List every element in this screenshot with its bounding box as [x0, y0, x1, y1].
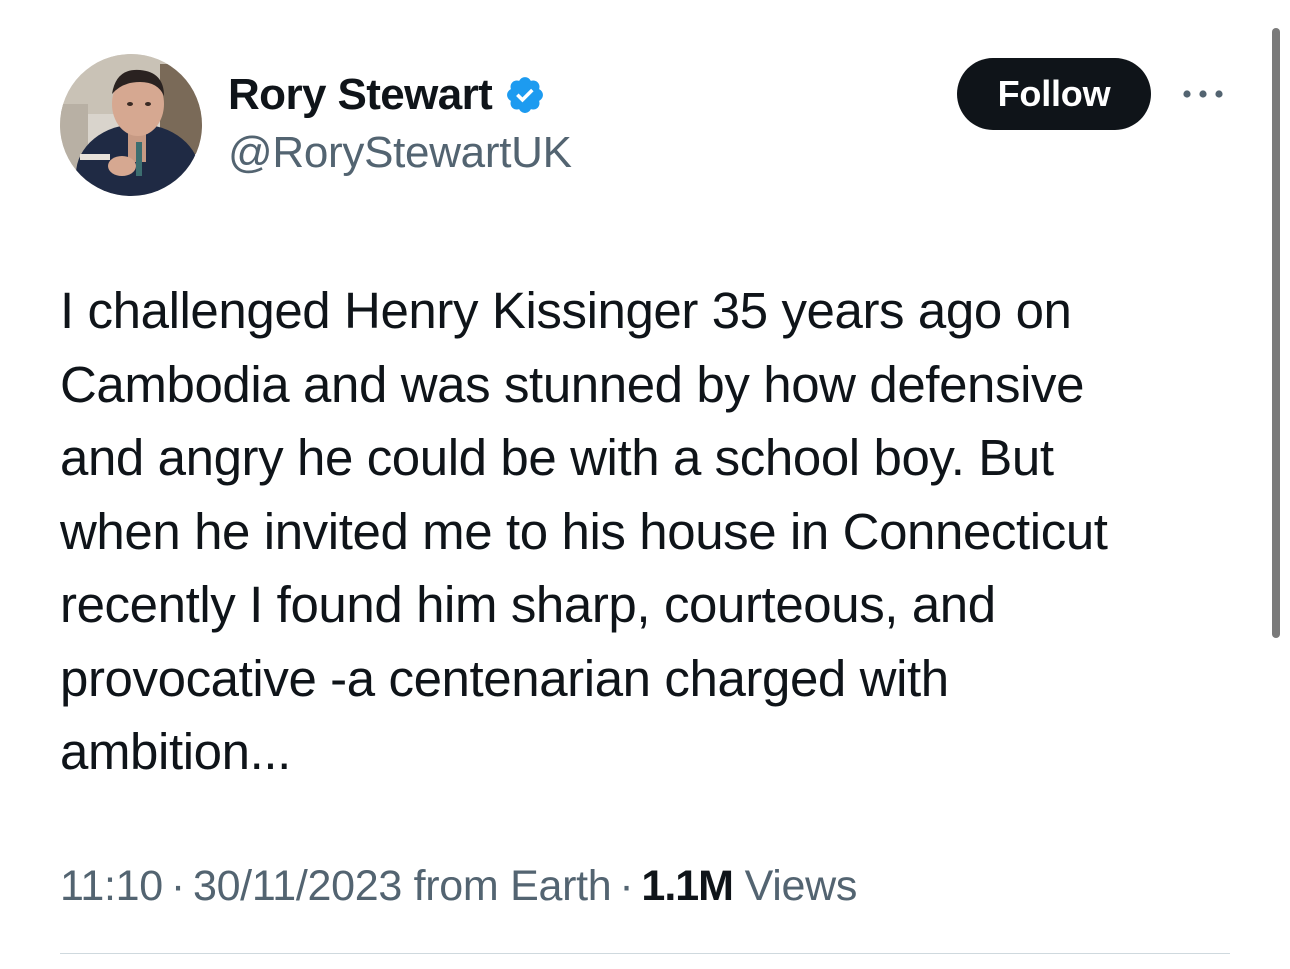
author-name-row: Rory Stewart	[228, 66, 546, 124]
tweet-source: from Earth	[413, 862, 612, 910]
follow-button[interactable]: Follow	[957, 58, 1151, 130]
author-display-name[interactable]: Rory Stewart	[228, 70, 493, 120]
more-options-icon[interactable]	[1178, 80, 1228, 108]
views-count[interactable]: 1.1M	[641, 862, 734, 910]
divider	[60, 953, 1230, 954]
avatar-photo	[60, 54, 202, 196]
tweet-time[interactable]: 11:10	[60, 862, 163, 910]
tweet-date[interactable]: 30/11/2023	[193, 862, 402, 910]
tweet-text: I challenged Henry Kissinger 35 years ag…	[60, 282, 1108, 780]
views-label: Views	[744, 862, 858, 910]
meta-separator: ·	[619, 862, 634, 910]
avatar[interactable]	[60, 54, 202, 196]
author-handle[interactable]: @RoryStewartUK	[228, 128, 572, 178]
meta-separator: ·	[170, 862, 185, 910]
tweet-metadata: 11:10 · 30/11/2023 from Earth · 1.1M Views	[60, 862, 857, 911]
verified-badge-icon[interactable]	[504, 74, 546, 116]
scrollbar-thumb[interactable]	[1272, 28, 1280, 638]
